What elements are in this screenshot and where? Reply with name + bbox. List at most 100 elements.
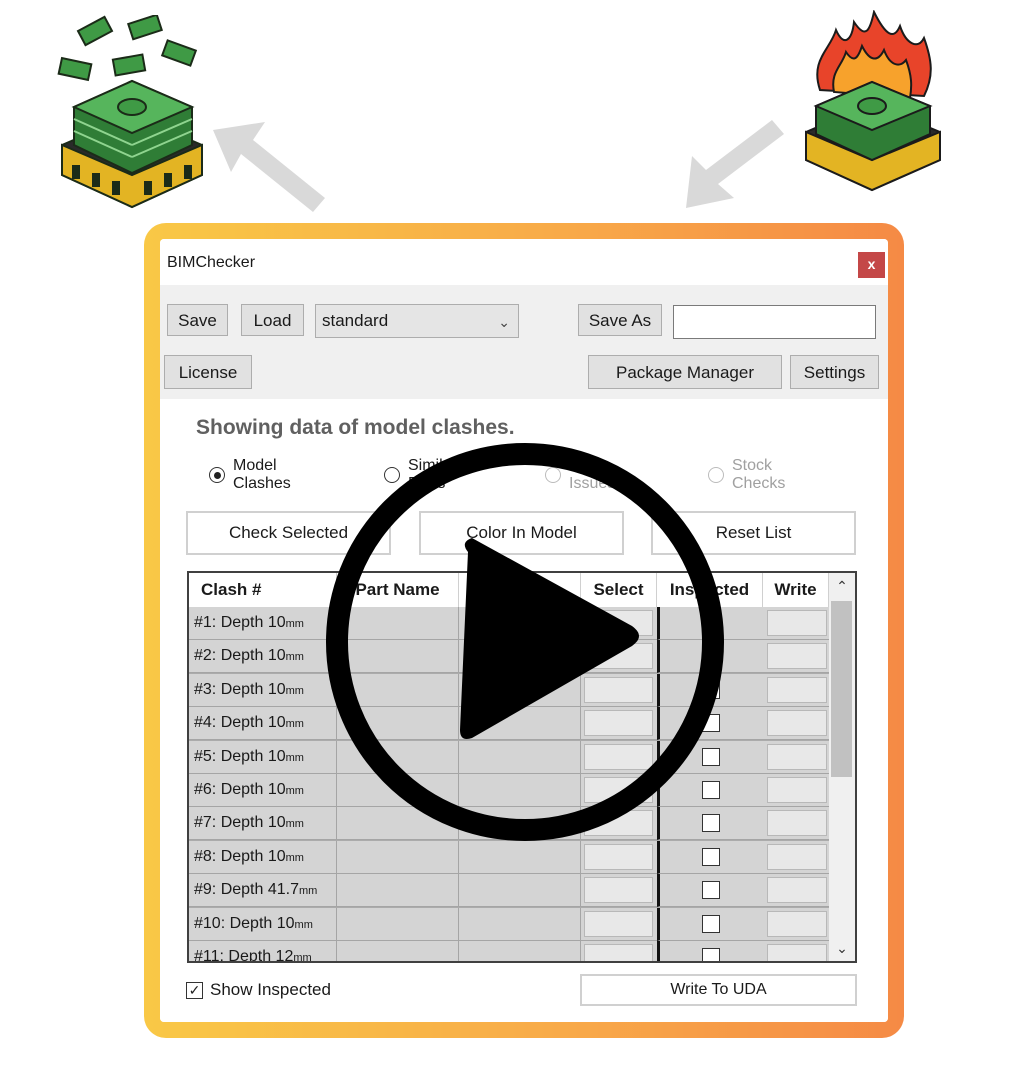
write-cell bbox=[763, 907, 829, 941]
profile-cell bbox=[459, 874, 581, 908]
clash-unit: mm bbox=[285, 818, 304, 831]
write-row-button[interactable] bbox=[767, 877, 827, 904]
write-cell bbox=[763, 774, 829, 807]
clash-text: #7: Depth 10 bbox=[194, 814, 286, 832]
scroll-up-icon[interactable]: ⌃ bbox=[829, 573, 855, 599]
settings-button[interactable]: Settings bbox=[790, 355, 879, 389]
burning-money-icon bbox=[805, 10, 941, 192]
select-row-button[interactable] bbox=[584, 877, 653, 904]
write-cell bbox=[763, 874, 829, 908]
write-cell bbox=[763, 607, 829, 640]
clash-text: #10: Depth 10 bbox=[194, 914, 295, 932]
table-row[interactable]: #9: Depth 41.7mm bbox=[189, 874, 829, 908]
profile-cell bbox=[459, 907, 581, 941]
radio-button-icon bbox=[209, 467, 225, 483]
clash-cell: #9: Depth 41.7mm bbox=[189, 874, 337, 908]
clash-cell: #6: Depth 10mm bbox=[189, 774, 337, 807]
load-button[interactable]: Load bbox=[241, 304, 304, 336]
clash-cell: #4: Depth 10mm bbox=[189, 707, 337, 741]
part-name-cell bbox=[337, 941, 459, 961]
radio-label: Stock Checks bbox=[732, 457, 786, 492]
write-cell bbox=[763, 673, 829, 707]
inspected-cell bbox=[657, 907, 763, 941]
vertical-scrollbar[interactable]: ⌃ ⌄ bbox=[829, 573, 855, 961]
write-row-button[interactable] bbox=[767, 944, 827, 961]
clash-unit: mm bbox=[285, 684, 304, 697]
scroll-down-icon[interactable]: ⌄ bbox=[829, 935, 855, 961]
toolbar: Save Load standard ⌄ Save As License Pac… bbox=[160, 285, 888, 399]
clash-text: #11: Depth 12 bbox=[194, 948, 294, 963]
select-row-button[interactable] bbox=[584, 910, 653, 937]
write-row-button[interactable] bbox=[767, 777, 827, 803]
title-bar: BIMChecker x bbox=[160, 239, 888, 285]
clash-text: #5: Depth 10 bbox=[194, 747, 286, 765]
write-cell bbox=[763, 840, 829, 874]
clash-unit: mm bbox=[293, 952, 312, 963]
select-row-button[interactable] bbox=[584, 843, 653, 870]
scrollbar-thumb[interactable] bbox=[831, 601, 852, 777]
clash-unit: mm bbox=[285, 851, 304, 864]
save-as-button[interactable]: Save As bbox=[578, 304, 662, 336]
panel-heading: Showing data of model clashes. bbox=[196, 416, 515, 439]
show-inspected-label: Show Inspected bbox=[210, 980, 331, 999]
save-as-name-input[interactable] bbox=[673, 305, 876, 339]
clash-text: #9: Depth 41.7 bbox=[194, 881, 299, 899]
write-cell bbox=[763, 707, 829, 741]
clash-unit: mm bbox=[285, 651, 304, 664]
profile-dropdown[interactable]: standard ⌄ bbox=[315, 304, 519, 338]
part-name-cell bbox=[337, 840, 459, 874]
clash-unit: mm bbox=[298, 885, 318, 898]
write-row-button[interactable] bbox=[767, 910, 827, 937]
write-row-button[interactable] bbox=[767, 710, 827, 737]
column-header-write[interactable]: Write bbox=[763, 573, 829, 607]
profile-cell bbox=[459, 941, 581, 961]
clash-unit: mm bbox=[294, 918, 313, 931]
write-row-button[interactable] bbox=[767, 610, 827, 636]
column-header-clash[interactable]: Clash # bbox=[189, 573, 337, 607]
profile-cell bbox=[459, 840, 581, 874]
save-button[interactable]: Save bbox=[167, 304, 228, 336]
inspected-checkbox[interactable] bbox=[702, 914, 720, 933]
clash-unit: mm bbox=[285, 618, 304, 630]
inspected-cell bbox=[657, 941, 763, 961]
window-title: BIMChecker bbox=[167, 254, 256, 271]
play-icon[interactable] bbox=[320, 440, 730, 845]
table-row[interactable]: #8: Depth 10mm bbox=[189, 840, 829, 874]
write-row-button[interactable] bbox=[767, 743, 827, 770]
write-row-button[interactable] bbox=[767, 810, 827, 837]
clash-text: #2: Depth 10 bbox=[194, 647, 286, 665]
clash-cell: #7: Depth 10mm bbox=[189, 807, 337, 841]
table-row[interactable]: #10: Depth 10mm bbox=[189, 907, 829, 941]
clash-cell: #8: Depth 10mm bbox=[189, 840, 337, 874]
checkmark-icon: ✓ bbox=[186, 982, 203, 999]
clash-cell: #5: Depth 10mm bbox=[189, 740, 337, 774]
inspected-checkbox[interactable] bbox=[702, 847, 720, 866]
license-button[interactable]: License bbox=[164, 355, 252, 389]
table-row[interactable]: #11: Depth 12mm bbox=[189, 941, 829, 963]
package-manager-button[interactable]: Package Manager bbox=[588, 355, 782, 389]
write-cell bbox=[763, 740, 829, 774]
clash-text: #8: Depth 10 bbox=[194, 847, 286, 865]
write-row-button[interactable] bbox=[767, 676, 827, 703]
inspected-checkbox[interactable] bbox=[702, 881, 720, 900]
clash-unit: mm bbox=[285, 785, 304, 797]
select-cell bbox=[581, 941, 657, 961]
close-button[interactable]: x bbox=[858, 252, 885, 278]
radio-label: Model Clashes bbox=[233, 457, 291, 492]
select-row-button[interactable] bbox=[584, 944, 653, 961]
select-cell bbox=[581, 874, 657, 908]
write-row-button[interactable] bbox=[767, 843, 827, 870]
inspected-cell bbox=[657, 840, 763, 874]
clash-cell: #3: Depth 10mm bbox=[189, 673, 337, 707]
inspected-checkbox[interactable] bbox=[702, 948, 720, 961]
money-stack-icon bbox=[57, 15, 203, 209]
write-row-button[interactable] bbox=[767, 643, 827, 670]
write-to-uda-button[interactable]: Write To UDA bbox=[580, 974, 857, 1006]
chevron-down-icon: ⌄ bbox=[498, 314, 510, 330]
clash-cell: #1: Depth 10mm bbox=[189, 607, 337, 640]
part-name-cell bbox=[337, 907, 459, 941]
profile-dropdown-value: standard bbox=[322, 311, 389, 330]
clash-text: #6: Depth 10 bbox=[194, 781, 286, 798]
inspected-cell bbox=[657, 874, 763, 908]
clash-text: #1: Depth 10 bbox=[194, 614, 286, 631]
